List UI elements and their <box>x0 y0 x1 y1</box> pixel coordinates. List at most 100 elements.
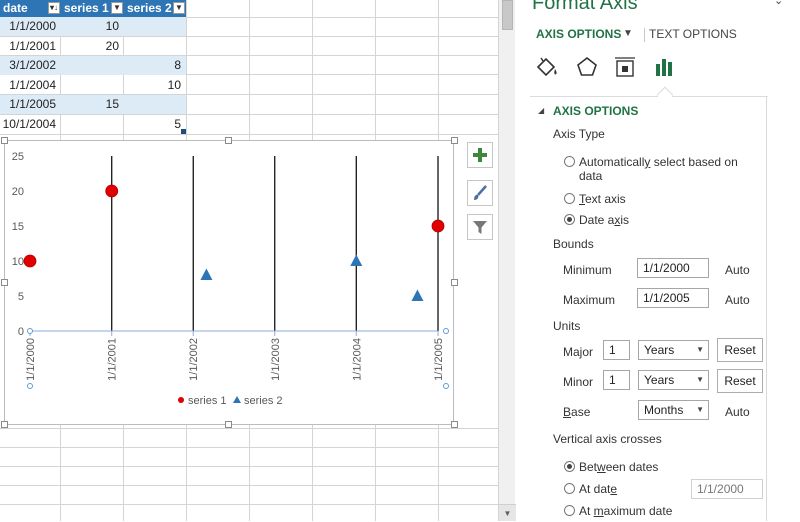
effects-category-button[interactable] <box>574 54 600 80</box>
filter-dropdown-icon[interactable]: ▼ <box>173 2 185 14</box>
scrollbar-thumb[interactable] <box>502 0 513 30</box>
paint-bucket-icon <box>536 57 557 77</box>
scatter-chart[interactable]: 0 5 10 15 20 25 1/1/2000 1/1/2001 1/1/2002 1/1/20… <box>4 140 454 425</box>
chevron-down-icon: ▼ <box>696 375 704 384</box>
chevron-down-icon[interactable]: ▼ <box>623 28 633 39</box>
chart-filters-button[interactable] <box>467 214 493 240</box>
minor-label: Minor <box>563 375 594 389</box>
column-header-series-2[interactable]: series 2 ▼ <box>124 0 186 17</box>
chart-elements-button[interactable] <box>467 142 493 168</box>
collapse-triangle-icon[interactable]: ◢ <box>538 106 544 115</box>
tab-axis-options[interactable]: AXIS OPTIONS <box>536 27 621 41</box>
date-cell[interactable]: 10/1/2004 <box>0 115 59 134</box>
section-axis-options-header[interactable]: AXIS OPTIONS <box>553 104 638 118</box>
radio-circle[interactable] <box>564 505 575 516</box>
pane-options-caret-icon[interactable]: ⌄ <box>774 0 783 7</box>
chart-resize-handle[interactable] <box>451 279 458 286</box>
x-tick-label: 1/1/2001 <box>107 338 119 381</box>
axis-selection-handle <box>27 383 33 389</box>
series-2-cell[interactable]: 5 <box>125 115 184 134</box>
base-label: Base <box>563 405 591 419</box>
chart-resize-handle[interactable] <box>451 421 458 428</box>
radio-at-date[interactable]: At date <box>564 482 617 496</box>
chart-resize-handle[interactable] <box>451 137 458 144</box>
x-tick-label: 1/1/2004 <box>351 338 363 381</box>
maximum-auto-label[interactable]: Auto <box>725 293 750 307</box>
axis-options-category-button[interactable] <box>652 54 678 80</box>
series-2-cell[interactable] <box>125 37 184 56</box>
major-unit-select-value: Years <box>644 343 675 357</box>
series-1-cell[interactable] <box>62 56 122 75</box>
major-unit-select[interactable]: Years ▼ <box>638 340 709 360</box>
at-date-input[interactable]: 1/1/2000 <box>691 479 763 499</box>
minor-unit-select[interactable]: Years ▼ <box>638 370 709 390</box>
radio-at-maximum-date-label: At maximum date <box>579 504 673 518</box>
date-cell[interactable]: 1/1/2004 <box>0 76 59 95</box>
series-1-cell[interactable]: 20 <box>62 37 122 56</box>
minimum-bound-input[interactable]: 1/1/2000 <box>637 258 709 278</box>
chart-resize-handle[interactable] <box>1 137 8 144</box>
chart-resize-handle[interactable] <box>1 421 8 428</box>
date-cell[interactable]: 3/1/2002 <box>0 56 59 75</box>
minimum-auto-label[interactable]: Auto <box>725 263 750 277</box>
sheet-vertical-scrollbar[interactable]: ▼ <box>498 0 516 521</box>
axis-selection-handle <box>443 328 449 334</box>
column-header-date[interactable]: date ▾↓ <box>0 0 61 17</box>
pane-title: Format Axis <box>532 0 638 14</box>
minor-reset-button[interactable]: Reset <box>717 369 763 393</box>
x-tick-label: 1/1/2000 <box>25 338 37 381</box>
axis-selection-handle <box>27 328 33 334</box>
radio-automatic[interactable]: Automatically select based on data <box>564 155 738 183</box>
radio-circle[interactable] <box>564 483 575 494</box>
scroll-down-arrow-icon[interactable]: ▼ <box>499 504 516 521</box>
table-row[interactable]: 10/1/2004 5 <box>0 115 186 134</box>
size-properties-category-button[interactable] <box>612 54 638 80</box>
series-1-cell[interactable] <box>62 115 122 134</box>
major-reset-button[interactable]: Reset <box>717 338 763 362</box>
chart-resize-handle[interactable] <box>1 279 8 286</box>
date-cell[interactable]: 1/1/2000 <box>0 17 59 36</box>
radio-date-axis[interactable]: Date axis <box>564 213 629 227</box>
chart-resize-handle[interactable] <box>225 421 232 428</box>
fill-line-category-button[interactable] <box>534 54 560 80</box>
minor-unit-input[interactable]: 1 <box>603 370 630 390</box>
series-1-point <box>431 219 445 233</box>
table-row[interactable]: 1/1/2000 10 <box>0 17 186 36</box>
tab-text-options[interactable]: TEXT OPTIONS <box>649 27 737 41</box>
table-row[interactable]: 3/1/2002 8 <box>0 56 186 75</box>
chart-plot-svg: 0 5 10 15 20 25 1/1/2000 1/1/2001 1/1/2002 1/1/20… <box>12 151 449 407</box>
chart-styles-button[interactable] <box>467 180 493 206</box>
base-unit-select[interactable]: Months ▼ <box>638 400 709 420</box>
radio-at-maximum-date[interactable]: At maximum date <box>564 504 672 518</box>
series-1-cell[interactable] <box>62 76 122 95</box>
table-row[interactable]: 1/1/2004 10 <box>0 76 186 95</box>
table-row[interactable]: 1/1/2005 15 <box>0 95 186 114</box>
series-2-cell[interactable]: 8 <box>125 56 184 75</box>
radio-circle-selected[interactable] <box>564 214 575 225</box>
filter-sort-dropdown-icon[interactable]: ▾↓ <box>48 2 60 14</box>
table-row[interactable]: 1/1/2001 20 <box>0 37 186 56</box>
column-header-series-1[interactable]: series 1 ▼ <box>61 0 124 17</box>
spreadsheet-grid[interactable]: date ▾↓ series 1 ▼ series 2 ▼ 1/1/2000 1… <box>0 0 498 521</box>
series-1-cell[interactable]: 15 <box>62 95 122 114</box>
table-resize-handle[interactable] <box>181 129 186 134</box>
major-unit-input[interactable]: 1 <box>603 340 630 360</box>
date-cell[interactable]: 1/1/2005 <box>0 95 59 114</box>
radio-circle-selected[interactable] <box>564 461 575 472</box>
radio-circle[interactable] <box>564 156 575 167</box>
base-auto-label[interactable]: Auto <box>725 405 750 419</box>
filter-dropdown-icon[interactable]: ▼ <box>111 2 123 14</box>
series-2-cell[interactable] <box>125 17 184 36</box>
pane-scrollbar[interactable] <box>766 97 767 521</box>
series-2-cell[interactable] <box>125 95 184 114</box>
radio-between-dates[interactable]: Between dates <box>564 460 658 474</box>
series-2-point <box>200 268 213 280</box>
chart-resize-handle[interactable] <box>225 137 232 144</box>
series-1-cell[interactable]: 10 <box>62 17 122 36</box>
series-2-cell[interactable]: 10 <box>125 76 184 95</box>
radio-circle[interactable] <box>564 193 575 204</box>
radio-text-axis[interactable]: Text axis <box>564 192 626 206</box>
chevron-down-icon: ▼ <box>696 405 704 414</box>
maximum-bound-input[interactable]: 1/1/2005 <box>637 288 709 308</box>
date-cell[interactable]: 1/1/2001 <box>0 37 59 56</box>
